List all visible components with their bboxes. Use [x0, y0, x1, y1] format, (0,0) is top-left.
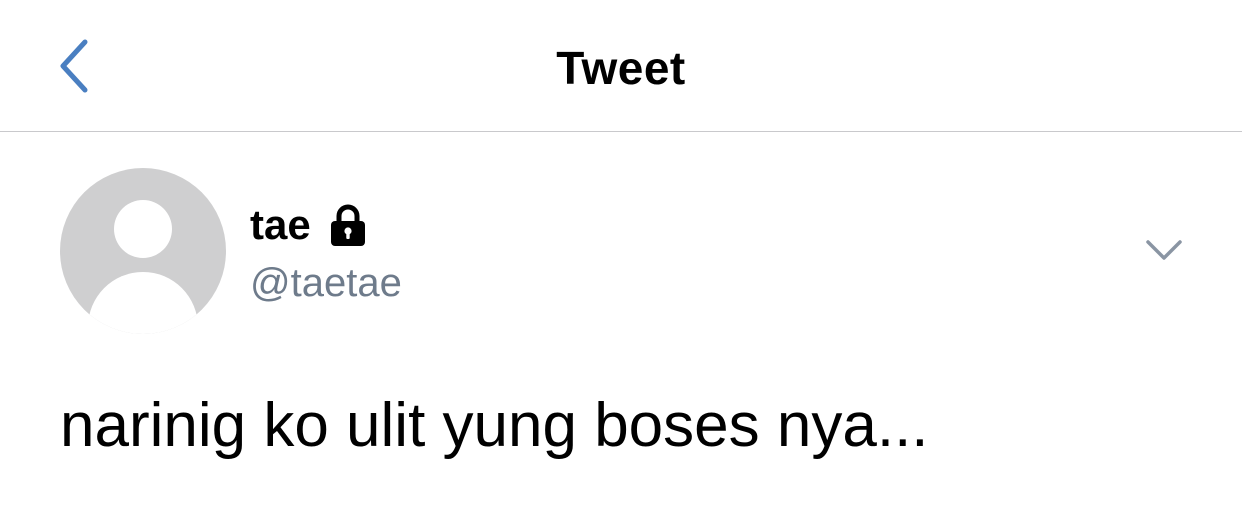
navigation-bar: Tweet — [0, 0, 1242, 132]
avatar-head-shape — [114, 200, 172, 258]
author-handle[interactable]: @taetae — [250, 258, 402, 308]
lock-icon — [330, 204, 365, 246]
author-display-name[interactable]: tae — [250, 200, 311, 250]
page-title: Tweet — [556, 42, 686, 94]
tweet-text: narinig ko ulit yung boses nya... — [60, 391, 929, 460]
avatar[interactable] — [60, 168, 226, 334]
author-name-row: tae — [250, 200, 371, 250]
tweet-options-button[interactable] — [1136, 226, 1192, 274]
chevron-down-icon — [1146, 240, 1182, 260]
avatar-body-shape — [88, 272, 198, 334]
